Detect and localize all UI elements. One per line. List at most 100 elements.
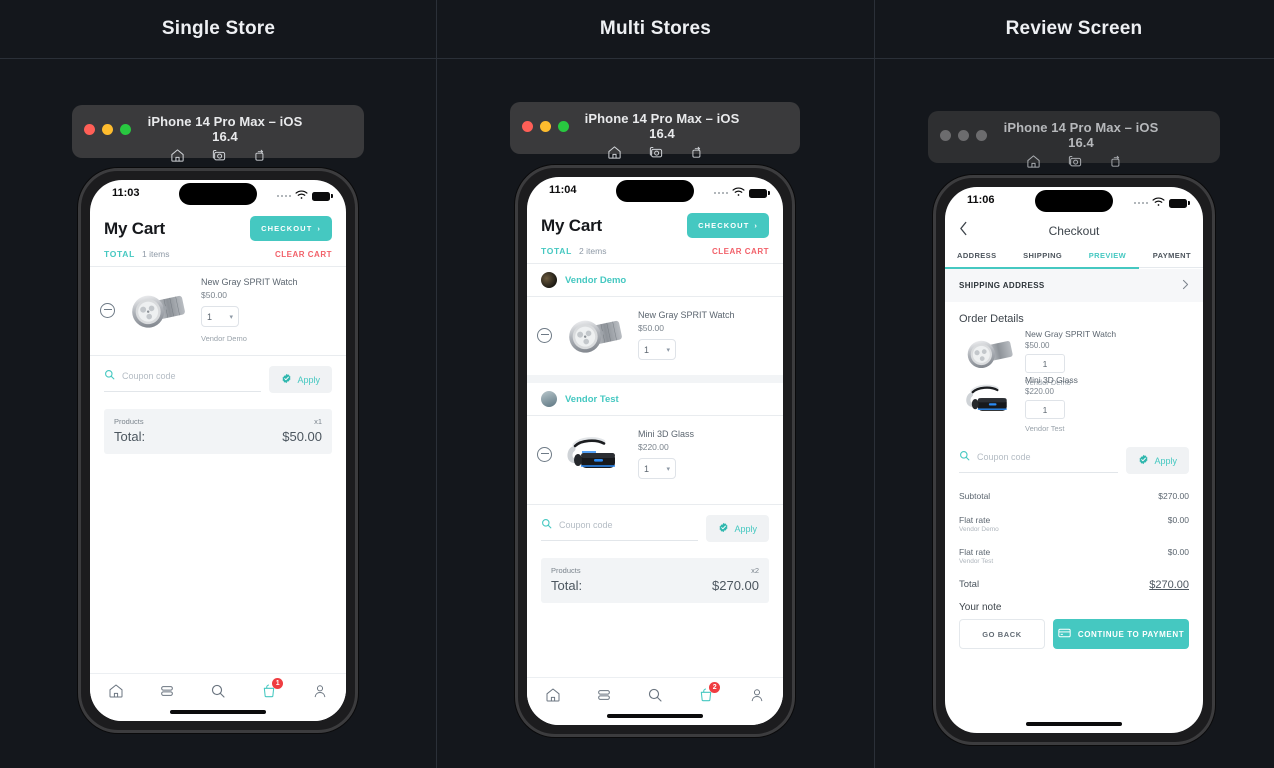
go-back-button[interactable]: GO BACK: [959, 619, 1045, 649]
minimize-icon[interactable]: [540, 120, 551, 132]
screenshot-icon[interactable]: [211, 148, 227, 163]
clear-cart-button[interactable]: CLEAR CART: [275, 250, 332, 259]
order-summary-1: Products x1 Total: $50.00: [104, 409, 332, 454]
search-icon: [104, 367, 115, 385]
tab-profile[interactable]: [742, 687, 772, 703]
coupon-input[interactable]: Coupon code: [559, 520, 613, 530]
vendor-group-header[interactable]: Vendor Demo: [527, 264, 783, 296]
screenshot-icon[interactable]: [1067, 154, 1083, 169]
apply-coupon-button[interactable]: Apply: [1126, 447, 1189, 474]
quantity-value: 1: [207, 311, 213, 322]
quantity-select[interactable]: 1 ▾: [638, 339, 676, 360]
watch-thumbnail[interactable]: [558, 307, 628, 363]
rotate-icon[interactable]: [1109, 154, 1123, 169]
status-time: 11:06: [967, 194, 995, 206]
apply-coupon-button[interactable]: Apply: [269, 366, 332, 393]
clear-cart-button[interactable]: CLEAR CART: [712, 247, 769, 256]
tab-cart[interactable]: 2: [691, 682, 721, 703]
tab-shipping[interactable]: SHIPPING: [1023, 251, 1062, 267]
coupon-input[interactable]: Coupon code: [977, 452, 1031, 462]
phone-device-3: 11:06 Checkout ADDRESS SHIPPING PREVIEW …: [933, 175, 1215, 745]
close-icon[interactable]: [940, 129, 951, 141]
status-bar-2: 11:04: [527, 177, 783, 207]
close-icon[interactable]: [522, 120, 533, 132]
column-header-label: Single Store: [161, 18, 276, 39]
remove-item-icon[interactable]: [537, 327, 552, 343]
continue-to-payment-button[interactable]: CONTINUE TO PAYMENT: [1053, 619, 1189, 649]
coupon-input[interactable]: Coupon code: [122, 371, 176, 381]
coupon-input-wrap[interactable]: Coupon code: [541, 516, 699, 541]
tab-categories[interactable]: [589, 687, 619, 703]
phone-device-1: 11:03 My Cart CHECKOUT › TOTAL 1 items C…: [78, 168, 358, 733]
products-label: Products: [114, 417, 144, 426]
checkout-button[interactable]: CHECKOUT ›: [250, 216, 332, 241]
close-icon[interactable]: [84, 123, 95, 135]
coupon-input-wrap[interactable]: Coupon code: [959, 448, 1119, 473]
vr-headset-thumbnail[interactable]: [558, 426, 628, 482]
back-icon[interactable]: [959, 221, 975, 241]
minimize-icon[interactable]: [958, 129, 969, 141]
chevron-down-icon: ▾: [666, 465, 670, 473]
watch-thumbnail[interactable]: [121, 282, 191, 338]
tab-address[interactable]: ADDRESS: [957, 251, 996, 267]
simulator-window-3[interactable]: iPhone 14 Pro Max – iOS 16.4: [928, 111, 1220, 168]
checkout-actions: GO BACK CONTINUE TO PAYMENT: [945, 619, 1203, 649]
column-header-label: Review Screen: [1005, 18, 1143, 39]
minimize-icon[interactable]: [102, 123, 113, 135]
home-icon[interactable]: [1026, 154, 1041, 169]
zoom-icon[interactable]: [976, 129, 987, 141]
chevron-right-icon: ›: [317, 224, 321, 233]
phone-screen-3: 11:06 Checkout ADDRESS SHIPPING PREVIEW …: [945, 187, 1203, 733]
quantity-select[interactable]: 1 ▾: [638, 458, 676, 479]
zoom-icon[interactable]: [558, 120, 569, 132]
coupon-input-wrap[interactable]: Coupon code: [104, 367, 262, 392]
tab-search[interactable]: [203, 683, 233, 699]
rotate-icon[interactable]: [253, 148, 267, 163]
tab-cart[interactable]: 1: [254, 678, 284, 699]
remove-item-icon[interactable]: [100, 302, 115, 318]
remove-item-icon[interactable]: [537, 446, 552, 462]
wifi-icon: [295, 187, 308, 205]
simulator-title: iPhone 14 Pro Max – iOS 16.4: [1003, 120, 1159, 150]
quantity-value: 1: [1025, 400, 1065, 419]
products-count: x2: [751, 566, 759, 575]
coupon-row-3: Coupon code Apply: [945, 433, 1203, 484]
home-icon[interactable]: [170, 148, 185, 163]
vendor-group-header[interactable]: Vendor Test: [527, 383, 783, 415]
home-indicator: [170, 710, 266, 714]
tab-payment[interactable]: PAYMENT: [1153, 251, 1191, 267]
simulator-toolbar-3: [940, 154, 1208, 169]
search-icon: [959, 448, 970, 466]
simulator-window-2[interactable]: iPhone 14 Pro Max – iOS 16.4: [510, 102, 800, 159]
home-icon[interactable]: [607, 145, 622, 160]
rotate-icon[interactable]: [690, 145, 704, 160]
apply-coupon-button[interactable]: Apply: [706, 515, 769, 542]
tab-home[interactable]: [101, 683, 131, 699]
zoom-icon[interactable]: [120, 123, 131, 135]
tab-search[interactable]: [640, 687, 670, 703]
quantity-select[interactable]: 1 ▾: [201, 306, 239, 327]
verified-badge-icon: [718, 522, 729, 535]
cart-item-info: New Gray SPRIT Watch $50.00 1 ▾: [634, 310, 769, 360]
checkout-button[interactable]: CHECKOUT ›: [687, 213, 769, 238]
simulator-title: iPhone 14 Pro Max – iOS 16.4: [584, 111, 740, 141]
tab-preview[interactable]: PREVIEW: [1089, 251, 1126, 267]
screenshot-icon[interactable]: [648, 145, 664, 160]
cart-totals-line-1: TOTAL 1 items CLEAR CART: [90, 249, 346, 266]
item-vendor: Vendor Demo: [201, 334, 247, 343]
item-name: New Gray SPRIT Watch: [201, 277, 298, 287]
tab-profile[interactable]: [305, 683, 335, 699]
cart-header-1: My Cart CHECKOUT ›: [90, 210, 346, 249]
simulator-titlebar-1: iPhone 14 Pro Max – iOS 16.4: [84, 114, 352, 144]
note-label: Your note: [959, 602, 1002, 613]
order-item-row: Mini 3D Glass $220.00 1 Vendor Test: [945, 375, 1203, 433]
item-count: 2 items: [579, 246, 607, 256]
tab-categories[interactable]: [152, 683, 182, 699]
total-row-subtotal: Subtotal $270.00: [945, 484, 1203, 508]
item-name: Mini 3D Glass: [1025, 375, 1078, 385]
item-name: Mini 3D Glass: [638, 429, 695, 439]
chevron-down-icon: ▾: [229, 313, 233, 321]
tab-home[interactable]: [538, 687, 568, 703]
shipping-address-row[interactable]: SHIPPING ADDRESS: [945, 269, 1203, 302]
simulator-window-1[interactable]: iPhone 14 Pro Max – iOS 16.4: [72, 105, 364, 162]
